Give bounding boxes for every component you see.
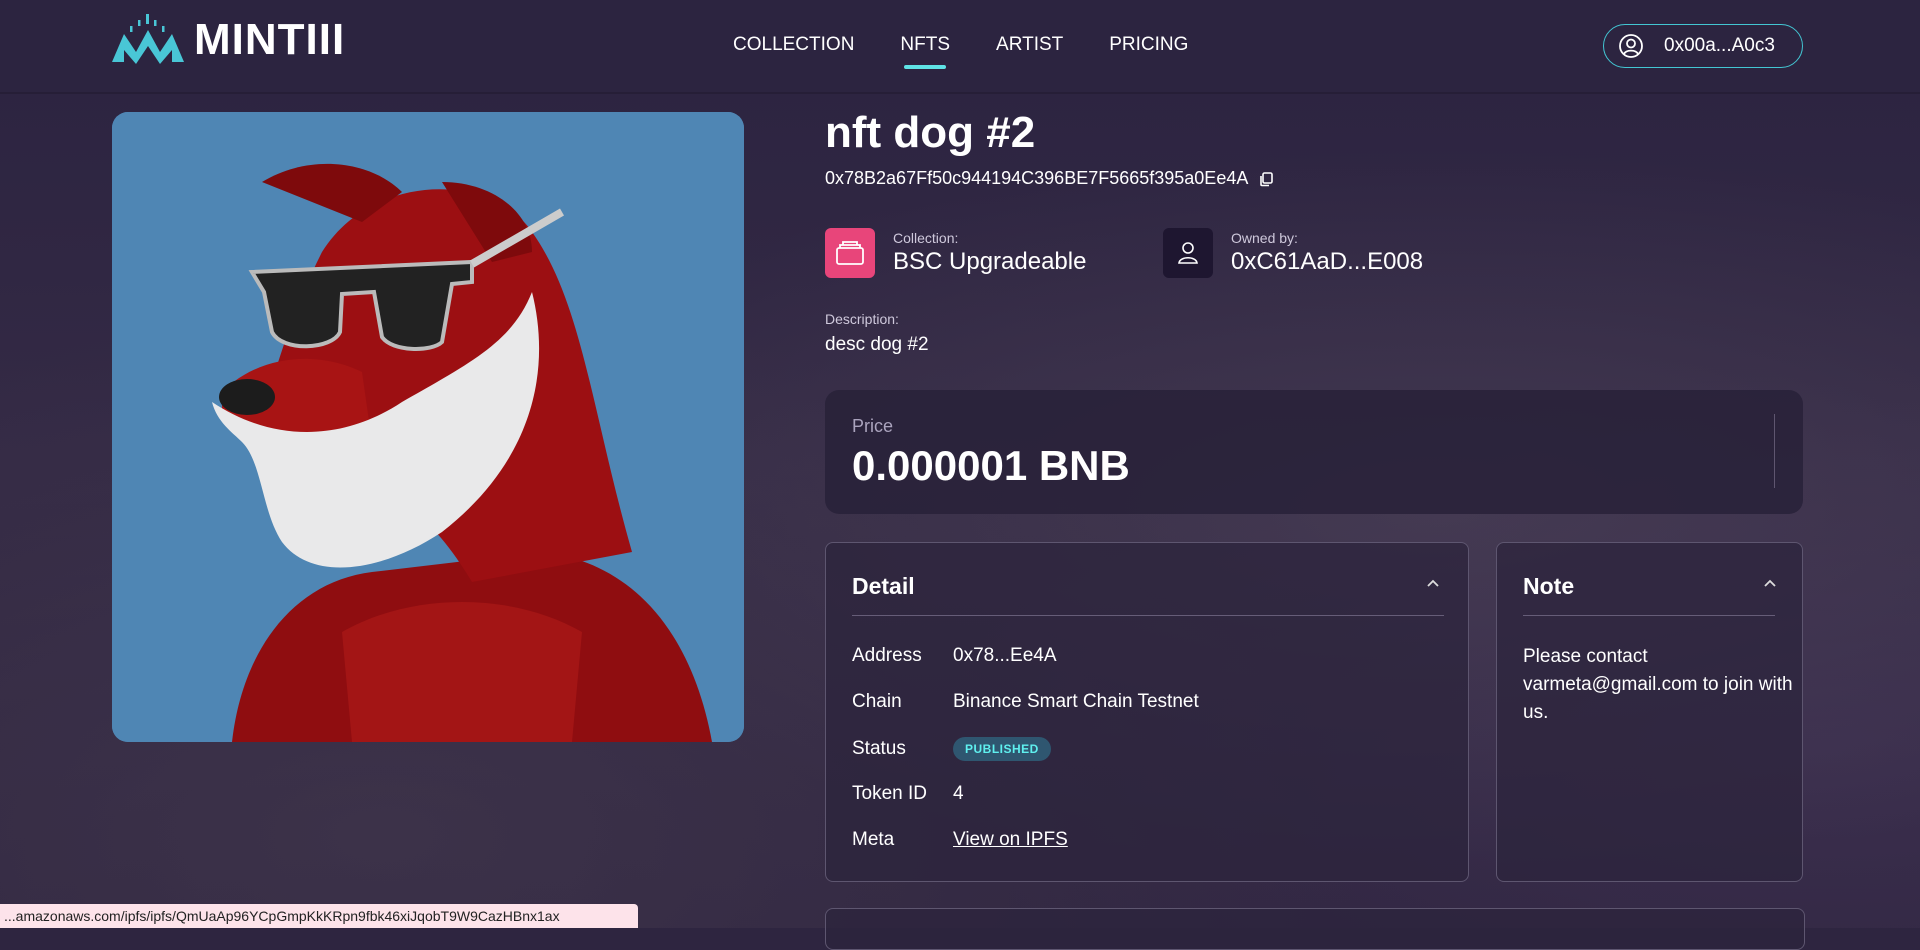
bottom-card bbox=[825, 908, 1805, 950]
detail-key: Address bbox=[852, 645, 922, 666]
nav-pricing[interactable]: PRICING bbox=[1109, 34, 1188, 56]
user-icon bbox=[1163, 228, 1213, 278]
detail-divider bbox=[852, 615, 1444, 616]
detail-key: Meta bbox=[852, 829, 895, 850]
price-value: 0.000001 BNB bbox=[852, 442, 1130, 489]
owner-address[interactable]: 0xC61AaD...E008 bbox=[1231, 248, 1423, 276]
nft-image[interactable] bbox=[112, 112, 744, 742]
detail-value: 4 bbox=[953, 783, 964, 804]
note-divider bbox=[1523, 615, 1775, 616]
contract-address: 0x78B2a67Ff50c944194C396BE7F5665f395a0Ee… bbox=[825, 168, 1274, 189]
ipfs-link[interactable]: View on IPFS bbox=[953, 829, 1068, 851]
wallet-address: 0x00a...A0c3 bbox=[1664, 35, 1775, 56]
nav-collection[interactable]: COLLECTION bbox=[733, 34, 854, 56]
detail-card: Detail Address 0x78...Ee4A Chain Binance… bbox=[825, 542, 1469, 882]
price-card: Price 0.000001 BNB bbox=[825, 390, 1803, 514]
detail-key: Token ID bbox=[852, 783, 927, 804]
nft-artwork bbox=[112, 112, 744, 742]
wallet-button[interactable]: 0x00a...A0c3 bbox=[1603, 24, 1803, 68]
collection-label: Collection: bbox=[893, 230, 959, 246]
detail-value: Binance Smart Chain Testnet bbox=[953, 691, 1199, 712]
detail-row-token-id: Token ID 4 bbox=[852, 783, 964, 805]
collection-info[interactable]: Collection: BSC Upgradeable bbox=[825, 228, 1086, 278]
logo-text: MINTIII bbox=[194, 15, 346, 64]
detail-key: Status bbox=[852, 738, 906, 759]
copy-icon[interactable] bbox=[1258, 171, 1274, 187]
note-card: Note Please contact varmeta@gmail.com to… bbox=[1496, 542, 1803, 882]
main-nav: COLLECTION NFTS ARTIST PRICING bbox=[733, 34, 1234, 69]
owner-label: Owned by: bbox=[1231, 230, 1298, 246]
nav-artist[interactable]: ARTIST bbox=[996, 34, 1063, 56]
chevron-up-icon[interactable] bbox=[1426, 579, 1440, 589]
status-badge: PUBLISHED bbox=[953, 737, 1051, 761]
price-divider bbox=[1774, 414, 1775, 488]
nft-title: nft dog #2 bbox=[825, 108, 1036, 157]
contract-address-text: 0x78B2a67Ff50c944194C396BE7F5665f395a0Ee… bbox=[825, 168, 1249, 188]
nav-nfts[interactable]: NFTS bbox=[900, 34, 950, 69]
top-navbar: MINTIII COLLECTION NFTS ARTIST PRICING 0… bbox=[0, 0, 1920, 92]
logo-icon bbox=[112, 14, 184, 64]
description-text: desc dog #2 bbox=[825, 334, 929, 355]
detail-row-chain: Chain Binance Smart Chain Testnet bbox=[852, 691, 1199, 713]
chevron-up-icon[interactable] bbox=[1763, 579, 1777, 589]
logo[interactable]: MINTIII bbox=[110, 10, 345, 70]
detail-row-meta: Meta View on IPFS bbox=[852, 829, 1068, 851]
browser-status-url: ...amazonaws.com/ipfs/ipfs/QmUaAp96YCpGm… bbox=[0, 904, 638, 928]
detail-key: Chain bbox=[852, 691, 902, 712]
owner-info[interactable]: Owned by: 0xC61AaD...E008 bbox=[1163, 228, 1423, 278]
note-title: Note bbox=[1523, 573, 1575, 599]
detail-row-address: Address 0x78...Ee4A bbox=[852, 645, 1057, 667]
collection-name[interactable]: BSC Upgradeable bbox=[893, 248, 1086, 276]
user-circle-icon bbox=[1619, 34, 1643, 58]
note-text: Please contact varmeta@gmail.com to join… bbox=[1523, 646, 1793, 723]
description-label: Description: bbox=[825, 311, 899, 327]
detail-title: Detail bbox=[852, 573, 915, 599]
folder-icon bbox=[825, 228, 875, 278]
price-label: Price bbox=[852, 416, 894, 436]
detail-value: 0x78...Ee4A bbox=[953, 645, 1057, 666]
detail-row-status: Status PUBLISHED bbox=[852, 737, 1051, 761]
